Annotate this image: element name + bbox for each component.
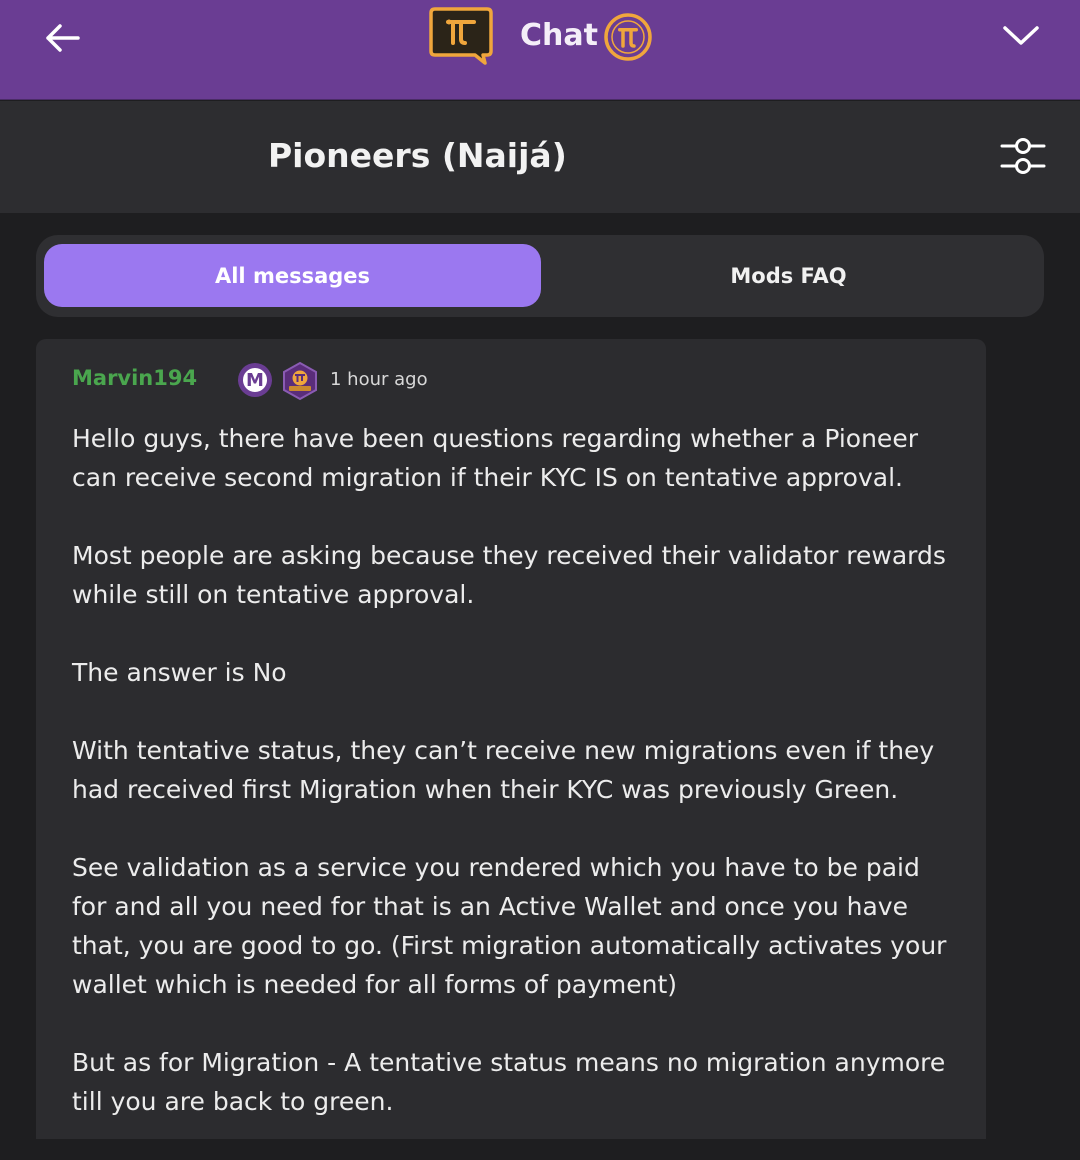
message-timestamp: 1 hour ago (330, 369, 428, 390)
moderator-badge-letter: M (241, 366, 269, 394)
pi-hexagon-badge-icon (280, 361, 320, 401)
chevron-down-icon (1003, 26, 1039, 45)
sliders-icon (1000, 138, 1046, 174)
message-paragraph: With tentative status, they can’t receiv… (72, 736, 935, 804)
message-paragraph: The answer is No (72, 658, 287, 687)
arrow-left-icon (46, 24, 80, 52)
message-paragraph: Hello guys, there have been questions re… (72, 424, 918, 492)
moderator-badge-icon: M (238, 363, 272, 397)
collapse-button[interactable] (996, 16, 1046, 56)
room-settings-button[interactable] (996, 132, 1050, 182)
message-paragraph: But as for Migration - A tentative statu… (72, 1048, 946, 1116)
message-tabs: All messages Mods FAQ (36, 235, 1044, 317)
app-header: Chat (0, 0, 1080, 100)
header-title: Chat (520, 18, 598, 53)
message-username[interactable]: Marvin194 (72, 366, 197, 390)
back-button[interactable] (38, 16, 86, 60)
room-title: Pioneers (Naijá) (268, 136, 567, 175)
message-paragraph: See validation as a service you rendered… (72, 853, 947, 999)
pi-coin-icon (603, 12, 653, 62)
pi-chat-bubble-icon (429, 5, 495, 65)
tab-mods-faq[interactable]: Mods FAQ (541, 244, 1036, 307)
message-header: Marvin194 M 1 hour ago (72, 361, 672, 401)
tab-all-messages[interactable]: All messages (44, 244, 541, 307)
message-paragraph: Most people are asking because they rece… (72, 541, 946, 609)
message-body: Hello guys, there have been questions re… (72, 419, 962, 1160)
message-card: Marvin194 M 1 hour ago Hello guys, there… (36, 339, 986, 1139)
